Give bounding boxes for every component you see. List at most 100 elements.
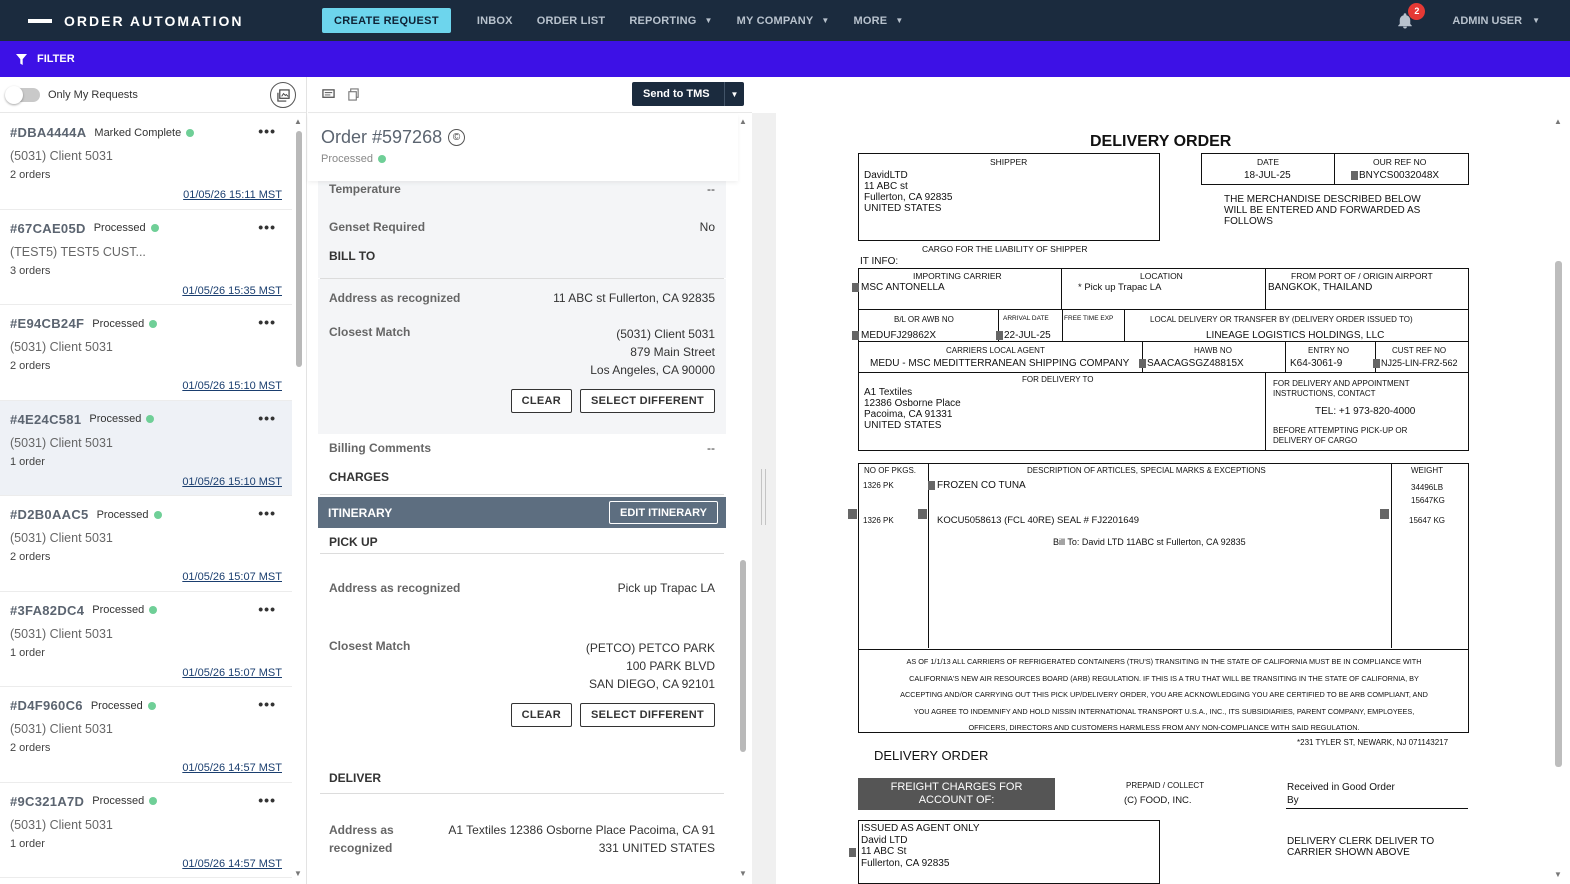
- billing-comments-label: Billing Comments: [329, 441, 432, 455]
- more-options-icon[interactable]: •••: [258, 601, 276, 617]
- genset-label: Genset Required: [329, 220, 426, 234]
- carrier-caption: IMPORTING CARRIER: [913, 271, 1002, 281]
- chevron-down-icon[interactable]: ▼: [724, 82, 744, 106]
- request-item[interactable]: #DBA4444A Marked Complete ••• (5031) Clie…: [0, 114, 292, 210]
- request-time-link[interactable]: 01/05/26 15:10 MST: [182, 380, 282, 392]
- hawb-caption: HAWB NO: [1194, 346, 1232, 355]
- copyright-copy-icon[interactable]: ©: [448, 129, 466, 146]
- order-detail-panel: Send to TMS ▼ Order #597268 © Processed Te…: [308, 77, 752, 884]
- notifications-bell-icon[interactable]: 2: [1396, 2, 1426, 30]
- only-my-requests-toggle[interactable]: [5, 85, 40, 104]
- panel-resize-handle[interactable]: [752, 113, 776, 884]
- status-dot: [147, 701, 156, 710]
- request-item[interactable]: #67CAE05D Processed ••• (TEST5) TEST5 CUS…: [0, 210, 292, 305]
- more-options-icon[interactable]: •••: [258, 314, 276, 330]
- request-item[interactable]: #E94CB24F Processed ••• (5031) Client 503…: [0, 305, 292, 401]
- order-title: Order #597268: [321, 127, 443, 147]
- request-id: #4E24C581: [10, 411, 82, 427]
- pkgs-caption: NO OF PKGS.: [864, 466, 917, 475]
- request-status: Processed: [96, 508, 149, 521]
- status-dot: [149, 319, 158, 328]
- weight-row-1: 34496LB 15647KG: [1411, 483, 1445, 505]
- nav-more[interactable]: MORE ▼: [854, 15, 904, 27]
- more-options-icon[interactable]: •••: [258, 123, 276, 139]
- more-options-icon[interactable]: •••: [258, 410, 276, 426]
- request-status: Processed: [92, 795, 145, 807]
- request-time-link[interactable]: 01/05/26 14:57 MST: [182, 762, 282, 774]
- bill-select-different-button[interactable]: SELECT DIFFERENT: [580, 389, 715, 413]
- scroll-down-icon[interactable]: ▼: [1554, 870, 1562, 879]
- scroll-down-icon[interactable]: ▼: [739, 869, 747, 878]
- status-dot: [153, 510, 162, 519]
- pickup-clear-button[interactable]: CLEAR: [510, 703, 573, 727]
- scrollbar-thumb[interactable]: [740, 560, 746, 752]
- bl-caption: B/L OR AWB NO: [894, 315, 954, 324]
- delivery-order-document: DELIVERY ORDER SHIPPER DavidLTD 11 ABC st…: [776, 113, 1556, 884]
- request-orders: 2 orders: [10, 551, 51, 563]
- request-id: #E94CB24F: [10, 316, 85, 331]
- ref-value: BNYCS0032048X: [1359, 170, 1440, 181]
- request-item[interactable]: #3FA82DC4 Processed ••• (5031) Client 503…: [0, 592, 292, 687]
- more-options-icon[interactable]: •••: [258, 505, 276, 521]
- edit-itinerary-button[interactable]: EDIT ITINERARY: [609, 501, 718, 524]
- order-detail-scrollbar[interactable]: ▲ ▼: [738, 117, 748, 882]
- bill-to-note: Bill To: David LTD 11ABC st Fullerton, C…: [1053, 537, 1246, 547]
- copy-icon[interactable]: [347, 88, 360, 101]
- request-time-link[interactable]: 01/05/26 15:07 MST: [182, 667, 282, 679]
- pkgs-row-2: 1326 PK: [863, 516, 894, 525]
- request-time-link[interactable]: 01/05/26 14:57 MST: [182, 858, 282, 870]
- request-status: Processed: [90, 699, 143, 712]
- more-options-icon[interactable]: •••: [258, 792, 276, 808]
- request-time-link[interactable]: 01/05/26 15:11 MST: [183, 189, 282, 201]
- pickup-address-value: Pick up Trapac LA: [617, 581, 715, 595]
- create-request-button[interactable]: CREATE REQUEST: [322, 8, 451, 33]
- pickup-select-different-button[interactable]: SELECT DIFFERENT: [580, 703, 715, 727]
- deliver-title: DELIVER: [329, 771, 382, 785]
- scroll-up-icon[interactable]: ▲: [294, 117, 302, 126]
- send-to-tms-button[interactable]: Send to TMS ▼: [632, 82, 744, 106]
- request-time-link[interactable]: 01/05/26 15:07 MST: [182, 571, 282, 583]
- request-id: #9C321A7D: [10, 793, 85, 809]
- request-id: #DBA4444A: [10, 125, 87, 140]
- request-time-link[interactable]: 01/05/26 15:35 MST: [182, 285, 282, 297]
- brand[interactable]: ORDER AUTOMATION: [28, 13, 308, 29]
- request-list-scrollbar[interactable]: ▲ ▼: [294, 117, 303, 882]
- request-orders: 3 orders: [10, 264, 51, 277]
- user-menu[interactable]: ADMIN USER ▼: [1452, 15, 1540, 27]
- nav-inbox[interactable]: INBOX: [477, 15, 513, 27]
- filter-label: FILTER: [37, 53, 75, 65]
- caret-down-icon: ▼: [895, 16, 904, 25]
- scroll-down-icon[interactable]: ▼: [294, 869, 302, 878]
- resize-grip-icon: [761, 469, 766, 525]
- request-item-selected[interactable]: #4E24C581 Processed ••• (5031) Client 503…: [0, 400, 292, 496]
- request-status: Marked Complete: [94, 126, 182, 139]
- request-id: #67CAE05D: [10, 220, 86, 236]
- status-dot: [149, 797, 158, 805]
- request-item[interactable]: #9C321A7D Processed ••• (5031) Client 503…: [0, 783, 292, 878]
- request-item[interactable]: #D4F960C6 Processed ••• (5031) Client 503…: [0, 687, 292, 783]
- request-client: (5031) Client 5031: [10, 149, 113, 163]
- bill-clear-button[interactable]: CLEAR: [510, 389, 573, 413]
- request-time-link[interactable]: 01/05/26 15:10 MST: [182, 476, 282, 488]
- nav-my-company[interactable]: MY COMPANY ▼: [737, 15, 830, 27]
- pickup-closest-match-value: (PETCO) PETCO PARK 100 PARK BLVD SAN DIE…: [585, 641, 715, 691]
- gallery-view-icon[interactable]: [270, 82, 296, 108]
- comment-icon[interactable]: [322, 88, 335, 101]
- pickup-address-label: Address as recognized: [329, 581, 461, 595]
- nav-order-list[interactable]: ORDER LIST: [537, 15, 606, 27]
- menu-icon[interactable]: [28, 18, 52, 23]
- document-scrollbar[interactable]: ▲ ▼: [1552, 113, 1566, 884]
- request-client: (5031) Client 5031: [10, 435, 113, 450]
- document-viewer: DELIVERY ORDER SHIPPER DavidLTD 11 ABC st…: [776, 113, 1570, 884]
- request-item[interactable]: #D2B0AAC5 Processed ••• (5031) Client 503…: [0, 496, 292, 592]
- scrollbar-thumb[interactable]: [296, 131, 302, 367]
- scroll-up-icon[interactable]: ▲: [1554, 117, 1562, 126]
- scrollbar-thumb[interactable]: [1555, 261, 1562, 767]
- scroll-up-icon[interactable]: ▲: [739, 117, 747, 126]
- more-options-icon[interactable]: •••: [258, 219, 276, 235]
- delivery-address: A1 Textiles 12386 Osborne Place Pacoima, C…: [864, 387, 961, 431]
- filter-bar[interactable]: FILTER: [0, 41, 1570, 77]
- more-options-icon[interactable]: •••: [258, 696, 276, 712]
- freight-charges-box: FREIGHT CHARGES FOR ACCOUNT OF:: [858, 778, 1055, 810]
- nav-reporting[interactable]: REPORTING ▼: [629, 15, 712, 27]
